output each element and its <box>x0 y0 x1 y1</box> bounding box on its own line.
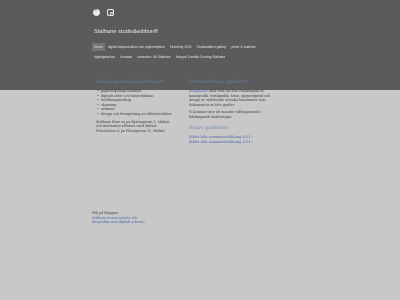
blog-link-2[interactable]: fotografika med digitalt arbetet» <box>92 220 162 224</box>
header-bar: Stalhane studio&edition® Home digital bi… <box>0 0 400 90</box>
gallery-info: Vi kommer inte att mondra välfungerande … <box>189 110 262 119</box>
facebook-icon[interactable] <box>93 7 100 16</box>
address-block: Stalhane Hase ns pa Rystangsvan 5, Malmö… <box>96 120 180 134</box>
list-item: design och formgivning av affischer/akti… <box>97 112 180 117</box>
address-line: Fotostudion & pa Fleringsvan 21, Malmö <box>96 128 165 133</box>
social-icons <box>93 7 114 16</box>
nav-item-digitalgraphics[interactable]: digitalgraphics <box>92 53 117 61</box>
main-nav: Home digital bildproduktion och pigmentp… <box>92 43 270 61</box>
studio-heading: Stalhane studio&edition® <box>96 80 165 85</box>
nav-item-digital-bildproduktion[interactable]: digital bildproduktion och pigmentprints <box>106 43 167 51</box>
news-heading: Snart gallerier: <box>189 125 230 131</box>
nav-item-studioedition-gallery[interactable]: Studioedition gallery <box>195 43 229 51</box>
nav-item-priser-material[interactable]: priser & material <box>229 43 257 51</box>
gallery-link-2[interactable]: Bilder från sommarutställning 2021» <box>189 140 275 145</box>
site-title[interactable]: Stalhane studio&edition® <box>94 29 158 35</box>
left-column: Stalhane studio&edition® pigmentprintpro… <box>96 80 180 136</box>
services-list: pigmentprintproduktion digitalt arkiv oc… <box>96 89 180 117</box>
gallery-intro: Webgallery med vera tas viva lomarkanda … <box>189 89 275 107</box>
instagram-icon[interactable] <box>107 9 114 16</box>
follow-block: Följ på bloggen Stalhane frozen snöelse … <box>92 211 162 225</box>
webgallery-link[interactable]: Webgallery <box>189 89 208 93</box>
nav-item-fotograf[interactable]: fotograf Camilla Corning Stalhane <box>174 53 227 61</box>
nav-item-konsertor[interactable]: konsertor: Ulf Stalhane <box>135 53 173 61</box>
gallery-heading: Studioedition gallery© <box>189 80 250 85</box>
right-column: Studioedition gallery© Webgallery med ve… <box>189 80 275 145</box>
nav-item-home[interactable]: Home <box>92 43 105 51</box>
nav-item-asmaab[interactable]: Asmaab <box>118 53 134 61</box>
nav-item-fineeting[interactable]: Fineeting 2002 <box>168 43 194 51</box>
